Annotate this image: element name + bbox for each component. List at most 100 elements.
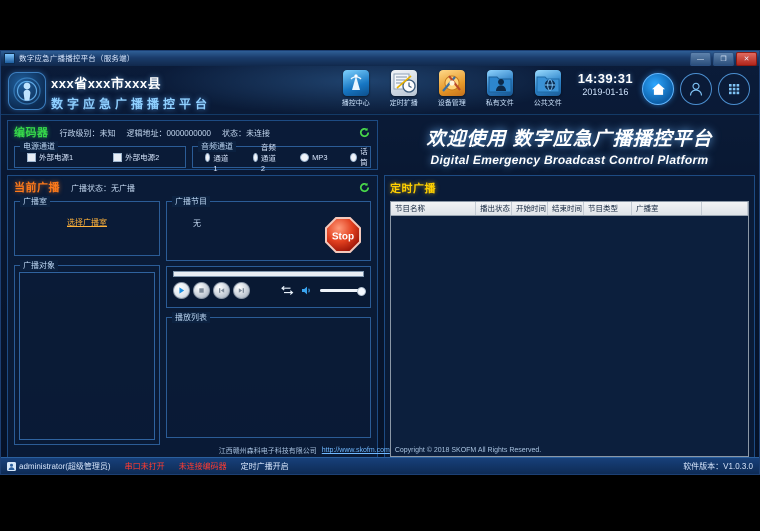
power-channel-1-label: 外部电源1 (39, 152, 73, 163)
broadcast-status-label: 广播状态： (71, 184, 111, 193)
welcome-banner: 欢迎使用 数字应急广播播控平台 Digital Emergency Broadc… (384, 120, 755, 170)
window-controls: — ❐ ✕ (690, 52, 757, 66)
audio-channel-mic-label: 话筒 (360, 146, 370, 168)
scheduled-broadcast-panel: 定时广播 节目名称 播出状态 开始时间 结束时间 节目类型 广播室 (384, 175, 755, 463)
toolbar-item-scheduled-broadcast[interactable]: 定时扩播 (380, 70, 428, 108)
encoder-refresh-button[interactable] (359, 125, 370, 136)
toolbar-item-public-files[interactable]: 公共文件 (524, 70, 572, 108)
broadcast-target-list[interactable] (19, 272, 155, 440)
audio-channel-label: 音频通道 (198, 141, 236, 152)
welcome-title-cn: 欢迎使用 数字应急广播播控平台 (426, 124, 712, 151)
current-broadcast-columns: 广播室 选择广播室 广播对象 广播节目 无 (14, 201, 371, 445)
broadcast-left-column: 广播室 选择广播室 广播对象 (14, 201, 160, 445)
radio-icon (350, 153, 357, 162)
main-body: 编码器 行政级别：未知 逻辑地址：0000000000 状态：未连接 (1, 115, 759, 475)
footer: 江西赣州森科电子科技有限公司 http://www.skofm.com Copy… (1, 444, 759, 457)
audio-channel-2-label: 音频通道2 (261, 142, 277, 173)
left-column: 编码器 行政级别：未知 逻辑地址：0000000000 状态：未连接 (7, 120, 378, 463)
column-end-time: 结束时间 (548, 202, 584, 215)
playback-mode-icon[interactable] (281, 285, 294, 296)
toolbar-item-broadcast-center[interactable]: 播控中心 (332, 70, 380, 108)
scheduled-table[interactable]: 节目名称 播出状态 开始时间 结束时间 节目类型 广播室 (390, 201, 749, 457)
window-title: 数字应急广播播控平台（服务端） (19, 53, 135, 64)
encoder-title: 编码器 (14, 124, 49, 140)
playlist-label: 播放列表 (172, 312, 210, 323)
checkbox-icon (113, 153, 122, 162)
scheduled-table-body[interactable] (391, 216, 748, 456)
next-track-icon (237, 286, 246, 295)
play-button[interactable] (173, 282, 190, 299)
audio-channel-mp3[interactable]: MP3 (300, 153, 327, 162)
next-button[interactable] (233, 282, 250, 299)
status-bar: administrator(超级管理员) 串口未打开 未连接编码器 定时广播开启… (1, 457, 759, 474)
toolbar-item-private-files[interactable]: 私有文件 (476, 70, 524, 108)
clock-time: 14:39:31 (578, 71, 633, 86)
playlist-list[interactable] (171, 324, 366, 433)
home-button[interactable] (642, 73, 674, 105)
broadcast-target-label: 广播对象 (20, 260, 58, 271)
close-button[interactable]: ✕ (736, 52, 757, 66)
window-titlebar: 数字应急广播播控平台（服务端） — ❐ ✕ (1, 51, 759, 66)
footer-company: 江西赣州森科电子科技有限公司 (219, 446, 317, 456)
volume-area (281, 285, 364, 296)
app-logo (8, 72, 46, 110)
brand-region: xxx省xxx市xxx县 (51, 73, 211, 92)
broadcast-room-label: 广播室 (20, 196, 50, 207)
status-encoder-connection[interactable]: 未连接编码器 (179, 461, 227, 472)
maximize-button[interactable]: ❐ (713, 52, 734, 66)
volume-icon[interactable] (301, 285, 313, 296)
checkbox-icon (27, 153, 36, 162)
select-broadcast-room-link[interactable]: 选择广播室 (67, 218, 107, 227)
broadcast-status: 广播状态：无广播 (71, 183, 135, 194)
column-extra (702, 202, 748, 215)
welcome-title-en: Digital Emergency Broadcast Control Plat… (431, 153, 709, 167)
power-channel-2[interactable]: 外部电源2 (113, 152, 159, 163)
broadcast-target-fieldset: 广播对象 (14, 265, 160, 445)
audio-channel-2[interactable]: 音频通道2 (253, 142, 278, 173)
current-broadcast-title: 当前广播 (14, 179, 60, 195)
power-channel-2-label: 外部电源2 (125, 152, 159, 163)
toolbar-label: 定时扩播 (390, 98, 418, 108)
minimize-button[interactable]: — (690, 52, 711, 66)
status-version: 软件版本：V1.0.3.0 (683, 461, 753, 472)
current-broadcast-header: 当前广播 广播状态：无广播 (14, 179, 371, 195)
volume-slider[interactable] (320, 289, 364, 292)
column-play-status: 播出状态 (476, 202, 512, 215)
audio-channel-mic[interactable]: 话筒 (350, 146, 370, 168)
previous-button[interactable] (213, 282, 230, 299)
audio-channel-mp3-label: MP3 (312, 153, 327, 162)
application-root: 数字应急广播播控平台（服务端） — ❐ ✕ xxx省xxx市xxx县 数字应急广… (0, 0, 760, 531)
main-toolbar: 播控中心 定时扩播 (332, 70, 753, 112)
broadcast-program-value: 无 (193, 219, 201, 228)
apps-button[interactable] (718, 73, 750, 105)
user-icon (687, 80, 705, 98)
stop-button[interactable] (193, 282, 210, 299)
status-user: administrator(超级管理员) (7, 461, 111, 472)
play-icon (177, 286, 186, 295)
current-broadcast-panel: 当前广播 广播状态：无广播 广播室 (7, 175, 378, 463)
encoder-status-label: 状态： (222, 129, 246, 138)
encoder-header-row: 编码器 行政级别：未知 逻辑地址：0000000000 状态：未连接 (14, 124, 371, 140)
status-scheduled-broadcast[interactable]: 定时广播开启 (241, 461, 289, 472)
toolbar-item-device-management[interactable]: 设备管理 (428, 70, 476, 108)
broadcast-refresh-button[interactable] (359, 180, 370, 191)
device-tools-icon (439, 70, 465, 96)
encoder-status: 状态：未连接 (222, 128, 270, 139)
broadcast-status-value: 无广播 (111, 184, 135, 193)
status-serial-port[interactable]: 串口未打开 (125, 461, 165, 472)
broadcast-person-icon (9, 73, 45, 109)
power-channel-1[interactable]: 外部电源1 (27, 152, 73, 163)
volume-knob[interactable] (357, 287, 366, 296)
status-user-label: administrator(超级管理员) (19, 461, 111, 472)
square-stop-icon (197, 286, 206, 295)
footer-url[interactable]: http://www.skofm.com (322, 447, 390, 454)
broadcast-tower-icon (343, 70, 369, 96)
refresh-icon (359, 182, 370, 193)
encoder-status-value: 未连接 (246, 129, 270, 138)
footer-copyright: Copyright © 2018 SKOFM All Rights Reserv… (395, 447, 541, 454)
stop-broadcast-button[interactable]: Stop (324, 216, 362, 254)
user-button[interactable] (680, 73, 712, 105)
encoder-address: 逻辑地址：0000000000 (127, 128, 212, 139)
seek-slider[interactable] (173, 271, 364, 277)
column-program-type: 节目类型 (584, 202, 632, 215)
